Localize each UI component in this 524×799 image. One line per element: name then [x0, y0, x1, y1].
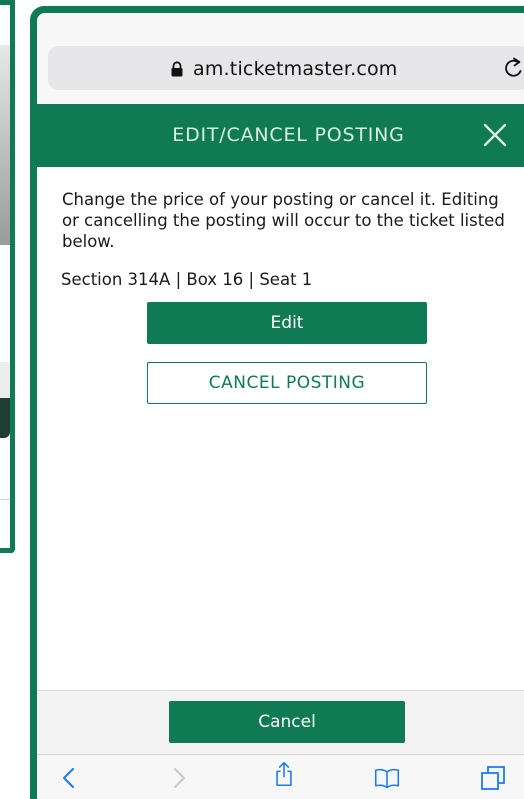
bookmarks-icon[interactable] — [374, 765, 400, 791]
tabs-icon[interactable] — [480, 765, 506, 791]
back-icon[interactable] — [57, 765, 83, 791]
background-window — [0, 0, 15, 553]
share-icon[interactable] — [271, 761, 297, 787]
reload-icon[interactable] — [503, 56, 524, 80]
lock-icon — [171, 61, 183, 77]
ticket-info: Section 314A | Box 16 | Seat 1 — [61, 270, 313, 289]
url-text: am.ticketmaster.com — [193, 58, 398, 80]
modal-title: EDIT/CANCEL POSTING — [172, 124, 405, 146]
browser-toolbar — [37, 754, 524, 799]
posting-description: Change the price of your posting or canc… — [62, 190, 505, 251]
url-field[interactable]: am.ticketmaster.com — [48, 46, 524, 90]
cancel-posting-button[interactable]: CANCEL POSTING — [147, 362, 427, 404]
browser-address-bar: am.ticketmaster.com — [37, 13, 524, 104]
phone-frame: am.ticketmaster.com EDIT/CANCEL POSTING … — [30, 6, 524, 799]
modal-header: EDIT/CANCEL POSTING — [37, 104, 524, 167]
forward-icon[interactable] — [165, 765, 191, 791]
background-image — [0, 45, 10, 245]
cancel-button[interactable]: Cancel — [169, 701, 405, 743]
browser-screen: am.ticketmaster.com EDIT/CANCEL POSTING … — [37, 13, 524, 799]
background-separator — [0, 499, 10, 500]
background-divider — [0, 362, 10, 398]
screenshot: am.ticketmaster.com EDIT/CANCEL POSTING … — [0, 0, 524, 799]
modal-footer: Cancel — [37, 690, 524, 755]
close-icon[interactable] — [482, 122, 508, 148]
edit-button[interactable]: Edit — [147, 302, 427, 344]
background-button — [0, 398, 10, 438]
